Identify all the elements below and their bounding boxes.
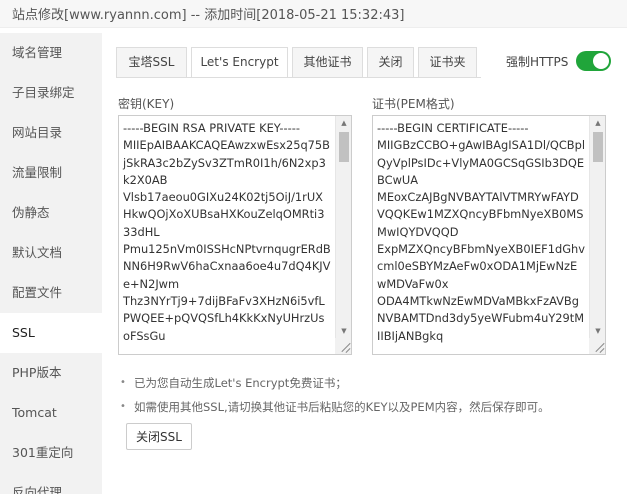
scroll-thumb[interactable] [339,132,349,162]
sidebar-item-reverse-proxy[interactable]: 反向代理 [0,473,102,494]
bullet-icon: • [120,377,126,388]
tab-other-cert[interactable]: 其他证书 [292,47,363,78]
sidebar-item-domain[interactable]: 域名管理 [0,33,102,73]
cert-scrollbar[interactable]: ▲ ▼ [589,116,605,338]
sidebar-item-rewrite[interactable]: 伪静态 [0,193,102,233]
key-textarea[interactable]: -----BEGIN RSA PRIVATE KEY----- MIIEpAIB… [118,115,352,355]
force-https-label: 强制HTTPS [506,54,569,69]
sidebar: 域名管理 子目录绑定 网站目录 流量限制 伪静态 默认文档 配置文件 SSL P… [0,33,102,494]
key-label: 密钥(KEY) [118,97,175,111]
resize-handle-icon[interactable] [335,338,351,354]
sidebar-item-config-file[interactable]: 配置文件 [0,273,102,313]
scroll-thumb[interactable] [593,132,603,162]
cert-label: 证书(PEM格式) [372,97,455,111]
tab-cert-folder[interactable]: 证书夹 [418,47,477,78]
sidebar-item-site-directory[interactable]: 网站目录 [0,113,102,153]
help-notes: • 已为您自动生成Let's Encrypt免费证书； • 如需使用其他SSL,请切… [120,376,550,424]
tab-close[interactable]: 关闭 [367,47,414,78]
sidebar-item-php-version[interactable]: PHP版本 [0,353,102,393]
scroll-up-icon[interactable]: ▲ [336,116,351,130]
toggle-knob [593,53,610,69]
key-content[interactable]: -----BEGIN RSA PRIVATE KEY----- MIIEpAIB… [119,116,335,354]
sidebar-item-subdirectory[interactable]: 子目录绑定 [0,73,102,113]
note-item: • 如需使用其他SSL,请切换其他证书后粘贴您的KEY以及PEM内容，然后保存即可… [120,400,550,414]
title-bar: 站点修改[www.ryannn.com] -- 添加时间[2018-05-21 … [0,0,627,28]
key-scrollbar[interactable]: ▲ ▼ [335,116,351,338]
close-ssl-button[interactable]: 关闭SSL [126,423,192,450]
sidebar-item-default-doc[interactable]: 默认文档 [0,233,102,273]
tabs-divider [116,77,481,78]
note-text: 如需使用其他SSL,请切换其他证书后粘贴您的KEY以及PEM内容，然后保存即可。 [134,400,550,414]
note-text: 已为您自动生成Let's Encrypt免费证书； [134,376,347,390]
sidebar-item-traffic-limit[interactable]: 流量限制 [0,153,102,193]
resize-handle-icon[interactable] [589,338,605,354]
window-title: 站点修改[www.ryannn.com] -- 添加时间[2018-05-21 … [12,8,405,23]
scroll-down-icon[interactable]: ▼ [336,324,351,338]
tab-bt-ssl[interactable]: 宝塔SSL [116,47,187,78]
cert-content[interactable]: -----BEGIN CERTIFICATE----- MIIGBzCCBO+g… [373,116,589,354]
force-https-toggle[interactable] [576,51,612,71]
note-item: • 已为您自动生成Let's Encrypt免费证书； [120,376,550,390]
bullet-icon: • [120,401,126,412]
tab-lets-encrypt[interactable]: Let's Encrypt [191,47,288,78]
cert-textarea[interactable]: -----BEGIN CERTIFICATE----- MIIGBzCCBO+g… [372,115,606,355]
sidebar-item-redirect[interactable]: 301重定向 [0,433,102,473]
sidebar-item-tomcat[interactable]: Tomcat [0,393,102,433]
force-https: 强制HTTPS [506,50,612,72]
scroll-down-icon[interactable]: ▼ [590,324,605,338]
sidebar-item-ssl[interactable]: SSL [0,313,102,353]
main-panel: 宝塔SSL Let's Encrypt 其他证书 关闭 证书夹 强制HTTPS … [102,28,627,494]
scroll-up-icon[interactable]: ▲ [590,116,605,130]
